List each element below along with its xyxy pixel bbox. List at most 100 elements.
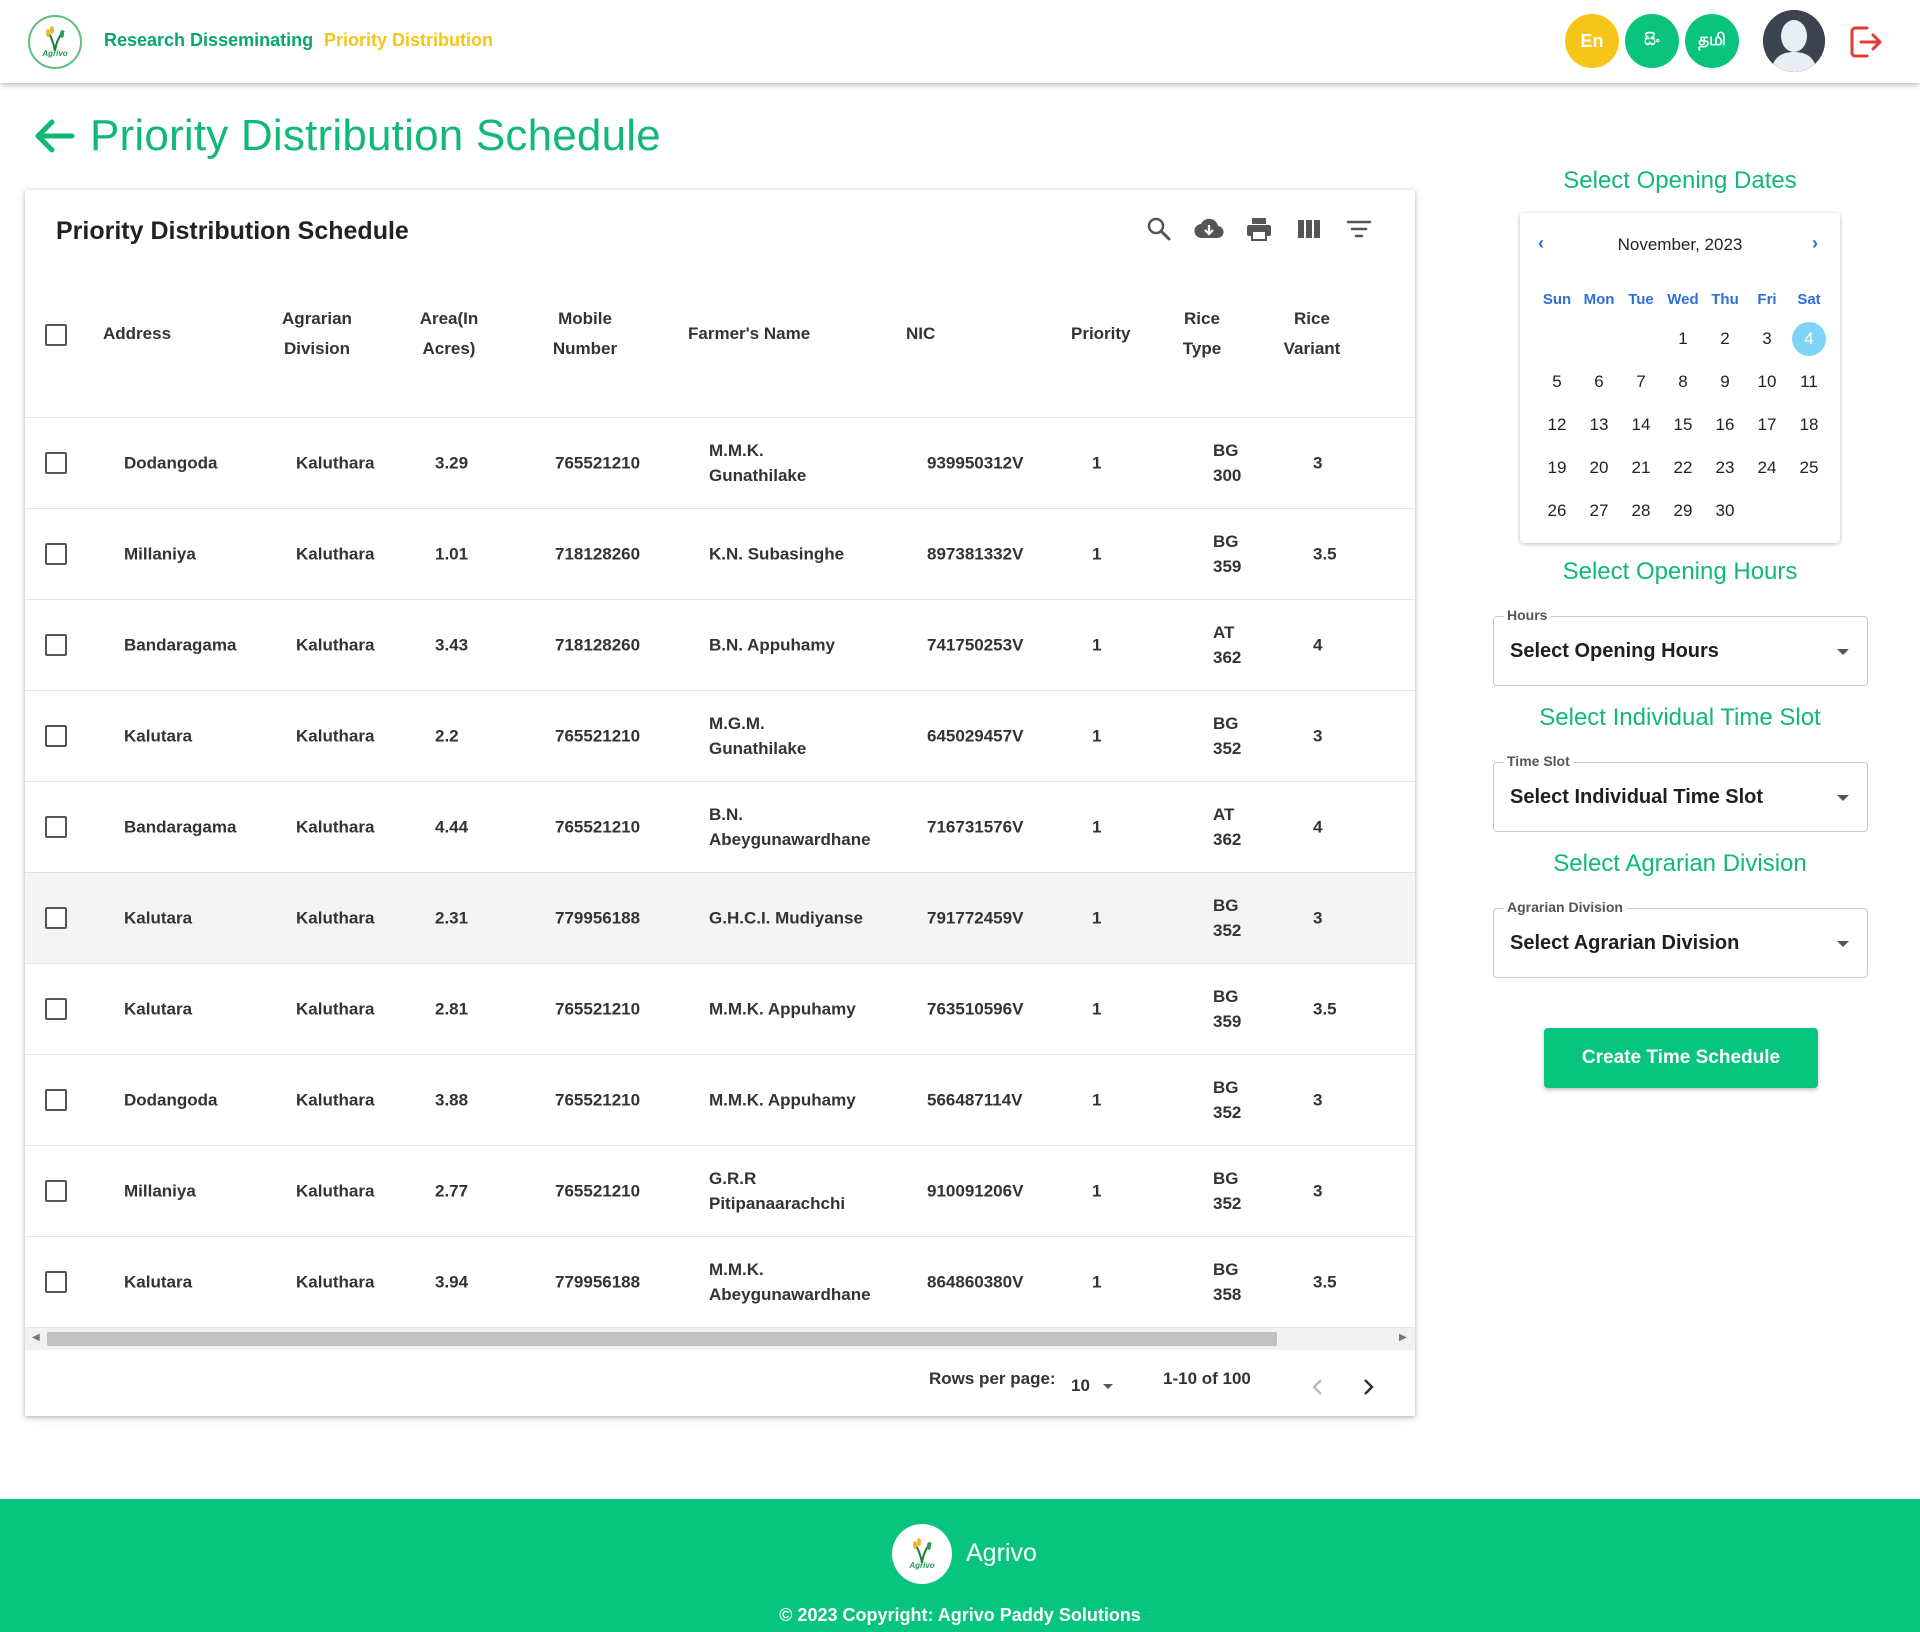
calendar-day[interactable]: 23 xyxy=(1708,451,1742,485)
row-checkbox[interactable] xyxy=(45,1089,67,1111)
create-time-schedule-button[interactable]: Create Time Schedule xyxy=(1544,1028,1818,1088)
cell-rice-type: BG 359 xyxy=(1213,987,1242,1031)
horizontal-scrollbar[interactable]: ◀ ▶ xyxy=(25,1328,1415,1350)
agrarian-division-value: Select Agrarian Division xyxy=(1510,932,1740,954)
agrivo-logo[interactable]: Agrivo xyxy=(28,15,82,69)
calendar-day[interactable]: 26 xyxy=(1540,494,1574,528)
calendar-day[interactable]: 5 xyxy=(1540,365,1574,399)
table-row[interactable]: Bandaragama Kaluthara 4.44 765521210 B.N… xyxy=(25,782,1415,873)
scroll-left-icon[interactable]: ◀ xyxy=(32,1332,40,1343)
search-icon[interactable] xyxy=(1144,214,1174,244)
column-header-address[interactable]: Address xyxy=(103,319,171,349)
next-page-button[interactable] xyxy=(1353,1372,1383,1402)
calendar-day[interactable]: 14 xyxy=(1624,408,1658,442)
calendar-day[interactable]: 2 xyxy=(1708,322,1742,356)
calendar-day[interactable]: 9 xyxy=(1708,365,1742,399)
calendar-day-selected[interactable]: 4 xyxy=(1792,322,1826,356)
calendar-day[interactable]: 12 xyxy=(1540,408,1574,442)
calendar-day[interactable]: 28 xyxy=(1624,494,1658,528)
calendar-day[interactable]: 8 xyxy=(1666,365,1700,399)
row-checkbox[interactable] xyxy=(45,452,67,474)
column-header-mobile-number[interactable]: Mobile Number xyxy=(545,304,625,364)
cell-priority: 1 xyxy=(1092,544,1102,564)
calendar-day[interactable]: 13 xyxy=(1582,408,1616,442)
row-checkbox[interactable] xyxy=(45,907,67,929)
calendar-day[interactable]: 11 xyxy=(1792,365,1826,399)
calendar-day[interactable]: 29 xyxy=(1666,494,1700,528)
calendar-day[interactable]: 24 xyxy=(1750,451,1784,485)
table-row[interactable]: Kalutara Kaluthara 2.31 779956188 G.H.C.… xyxy=(25,873,1415,964)
calendar-day[interactable]: 6 xyxy=(1582,365,1616,399)
table-row[interactable]: Dodangoda Kaluthara 3.29 765521210 M.M.K… xyxy=(25,418,1415,509)
agrarian-division-select[interactable]: Agrarian Division Select Agrarian Divisi… xyxy=(1493,899,1868,978)
row-checkbox[interactable] xyxy=(45,816,67,838)
calendar-day[interactable]: 19 xyxy=(1540,451,1574,485)
row-checkbox[interactable] xyxy=(45,634,67,656)
row-checkbox[interactable] xyxy=(45,1180,67,1202)
rows-per-page-select[interactable]: 10 xyxy=(1071,1376,1113,1396)
cell-priority: 1 xyxy=(1092,1272,1102,1292)
column-header-nic[interactable]: NIC xyxy=(906,319,935,349)
row-checkbox[interactable] xyxy=(45,543,67,565)
back-arrow-icon[interactable] xyxy=(32,114,76,158)
calendar-day[interactable]: 3 xyxy=(1750,322,1784,356)
select-all-checkbox[interactable] xyxy=(45,324,67,346)
column-header-farmers-name[interactable]: Farmer's Name xyxy=(688,319,810,349)
cell-farmer-name: M.M.K. Appuhamy xyxy=(709,1090,856,1110)
logout-icon[interactable] xyxy=(1845,22,1885,62)
cell-area: 3.29 xyxy=(435,453,469,473)
table-row[interactable]: Bandaragama Kaluthara 3.43 718128260 B.N… xyxy=(25,600,1415,691)
calendar-day[interactable]: 27 xyxy=(1582,494,1616,528)
language-sinhala-button[interactable]: සිං xyxy=(1625,14,1679,68)
calendar-day[interactable]: 10 xyxy=(1750,365,1784,399)
language-tamil-button[interactable]: தமி xyxy=(1685,14,1739,68)
column-header-area[interactable]: Area(In Acres) xyxy=(409,304,489,364)
cell-agrarian-division: Kaluthara xyxy=(296,726,375,746)
scrollbar-thumb[interactable] xyxy=(47,1332,1277,1346)
calendar-next-icon[interactable]: › xyxy=(1812,233,1818,254)
calendar-day[interactable]: 15 xyxy=(1666,408,1700,442)
table-row[interactable]: Kalutara Kaluthara 3.94 779956188 M.M.K.… xyxy=(25,1237,1415,1328)
row-checkbox[interactable] xyxy=(45,998,67,1020)
nav-priority-distribution[interactable]: Priority Distribution xyxy=(324,30,493,51)
calendar-day[interactable]: 30 xyxy=(1708,494,1742,528)
calendar-day[interactable]: 25 xyxy=(1792,451,1826,485)
cell-priority: 1 xyxy=(1092,817,1102,837)
opening-hours-title: Select Opening Hours xyxy=(1562,558,1798,585)
calendar-day[interactable]: 22 xyxy=(1666,451,1700,485)
row-checkbox[interactable] xyxy=(45,1271,67,1293)
calendar-day[interactable]: 20 xyxy=(1582,451,1616,485)
table-row[interactable]: Kalutara Kaluthara 2.81 765521210 M.M.K.… xyxy=(25,964,1415,1055)
calendar-day[interactable]: 18 xyxy=(1792,408,1826,442)
table-row[interactable]: Millaniya Kaluthara 1.01 718128260 K.N. … xyxy=(25,509,1415,600)
calendar-day[interactable]: 7 xyxy=(1624,365,1658,399)
column-header-rice-type[interactable]: Rice Type xyxy=(1172,304,1232,364)
dropdown-caret-icon xyxy=(1837,649,1849,655)
column-header-rice-variant[interactable]: Rice Variant xyxy=(1277,304,1347,364)
nav-research-disseminating[interactable]: Research Disseminating xyxy=(104,30,313,51)
cell-agrarian-division: Kaluthara xyxy=(296,544,375,564)
table-title: Priority Distribution Schedule xyxy=(56,217,409,245)
print-icon[interactable] xyxy=(1244,214,1274,244)
download-icon[interactable] xyxy=(1194,214,1224,244)
calendar-day[interactable]: 16 xyxy=(1708,408,1742,442)
language-english-button[interactable]: En xyxy=(1565,14,1619,68)
filter-icon[interactable] xyxy=(1344,214,1374,244)
scroll-right-icon[interactable]: ▶ xyxy=(1399,1332,1407,1343)
table-row[interactable]: Dodangoda Kaluthara 3.88 765521210 M.M.K… xyxy=(25,1055,1415,1146)
calendar-day[interactable]: 17 xyxy=(1750,408,1784,442)
view-columns-icon[interactable] xyxy=(1294,214,1324,244)
table-row[interactable]: Millaniya Kaluthara 2.77 765521210 G.R.R… xyxy=(25,1146,1415,1237)
time-slot-select[interactable]: Time Slot Select Individual Time Slot xyxy=(1493,753,1868,832)
calendar-day[interactable]: 1 xyxy=(1666,322,1700,356)
table-row[interactable]: Kalutara Kaluthara 2.2 765521210 M.G.M. G… xyxy=(25,691,1415,782)
row-checkbox[interactable] xyxy=(45,725,67,747)
user-avatar[interactable] xyxy=(1763,10,1825,72)
cell-mobile: 779956188 xyxy=(555,1272,641,1292)
calendar-day[interactable]: 21 xyxy=(1624,451,1658,485)
column-header-priority[interactable]: Priority xyxy=(1071,319,1131,349)
column-header-agrarian-division[interactable]: Agrarian Division xyxy=(277,304,357,364)
previous-page-button[interactable] xyxy=(1303,1372,1333,1402)
cell-farmer-name: G.R.R Pitipanaarachchi xyxy=(709,1169,846,1213)
opening-hours-select[interactable]: Hours Select Opening Hours xyxy=(1493,607,1868,686)
